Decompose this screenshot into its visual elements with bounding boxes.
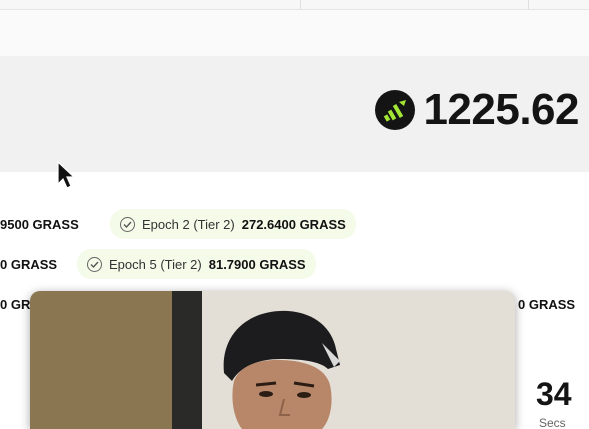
epoch-label: Epoch 2 (Tier 2): [142, 216, 235, 232]
total-balance: 1225.62: [375, 88, 579, 132]
epoch-item: Epoch 2 (Tier 2) 272.6400 GRASS: [110, 209, 356, 239]
check-circle-icon: [87, 256, 102, 272]
top-table-strip: [0, 0, 589, 10]
webcam-overlay[interactable]: [30, 291, 515, 429]
grass-logo-icon: [375, 90, 416, 130]
epoch-amount-cut: 0 GRASS: [0, 257, 58, 272]
countdown-unit: Secs: [539, 416, 566, 429]
epoch-label: Epoch 5 (Tier 2): [109, 256, 202, 272]
webcam-person: [223, 310, 340, 429]
webcam-background: [172, 291, 202, 429]
epoch-amount-cut: 0 GR: [0, 297, 31, 312]
balance-value: 1225.62: [423, 85, 579, 134]
mouse-cursor-icon: [57, 160, 76, 189]
header-band: [0, 10, 589, 56]
column-separator: [528, 0, 529, 10]
epoch-item: Epoch 5 (Tier 2) 81.7900 GRASS: [77, 249, 316, 279]
epoch-amount: 272.6400 GRASS: [241, 216, 346, 232]
check-circle-icon: [120, 216, 135, 232]
epoch-amount-cut: 9500 GRASS: [0, 217, 79, 232]
epoch-amount: 81.7900 GRASS: [208, 256, 306, 272]
countdown-value: 34: [536, 376, 572, 412]
column-separator: [300, 0, 301, 10]
epoch-amount-cut: 0 GRASS: [518, 297, 576, 312]
webcam-background: [30, 291, 172, 429]
